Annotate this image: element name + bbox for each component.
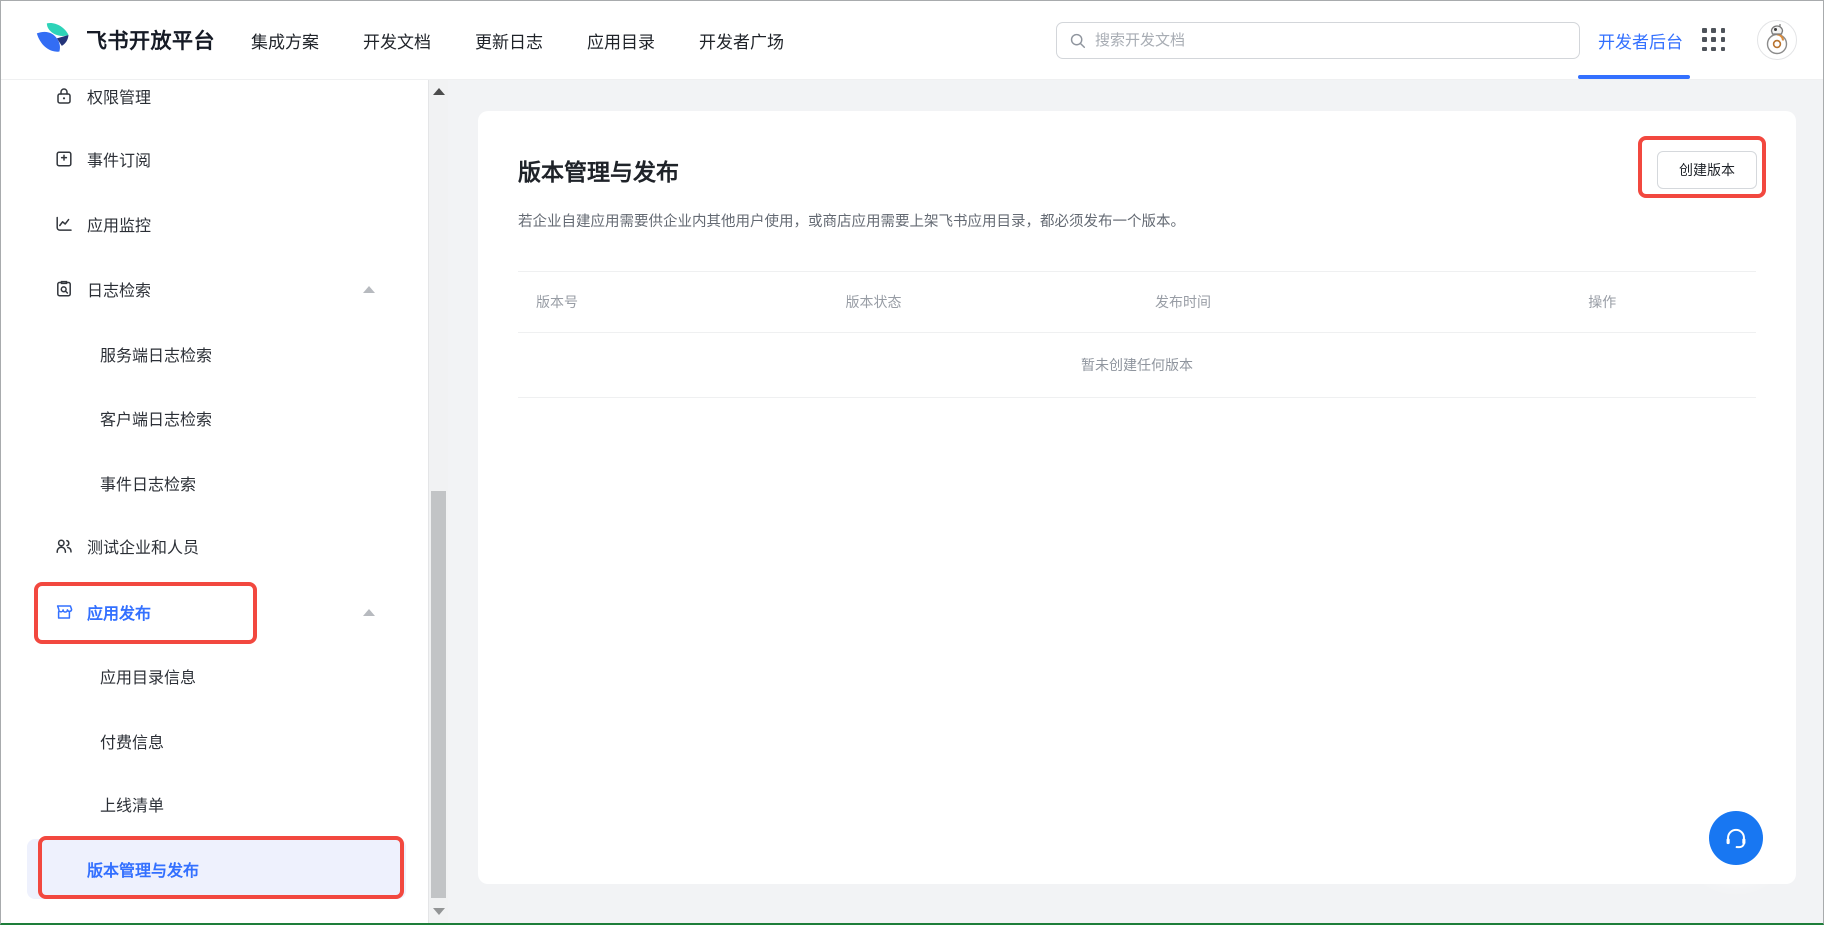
nav-item-integration[interactable]: 集成方案 — [251, 28, 319, 53]
developer-console-link[interactable]: 开发者后台 — [1598, 28, 1683, 53]
nav-item-changelog[interactable]: 更新日志 — [475, 28, 543, 53]
log-search-icon — [54, 279, 74, 299]
sidebar-item-payment-info[interactable]: 付费信息 — [1, 721, 428, 761]
search-input[interactable] — [1095, 32, 1567, 49]
column-header-publish-time: 发布时间 — [1137, 292, 1570, 312]
nav-item-dev-plaza[interactable]: 开发者广场 — [699, 28, 784, 53]
collapse-caret-icon[interactable] — [363, 286, 375, 293]
sidebar-item-event-log-search[interactable]: 事件日志检索 — [1, 463, 428, 503]
main-content: 版本管理与发布 若企业自建应用需要供企业内其他用户使用，或商店应用需要上架飞书应… — [448, 80, 1823, 923]
table-header-row: 版本号 版本状态 发布时间 操作 — [518, 271, 1756, 333]
create-version-button[interactable]: 创建版本 — [1657, 151, 1757, 189]
top-nav-bar: 飞书开放平台 集成方案 开发文档 更新日志 应用目录 开发者广场 开发者后台 — [1, 1, 1823, 80]
logo-text: 飞书开放平台 — [86, 25, 215, 55]
collapse-caret-icon[interactable] — [363, 609, 375, 616]
column-header-actions: 操作 — [1570, 292, 1756, 312]
help-button[interactable] — [1709, 811, 1763, 865]
sidebar-item-test-company[interactable]: 测试企业和人员 — [1, 526, 428, 566]
column-header-version-number: 版本号 — [518, 292, 828, 312]
sidebar-item-version-release[interactable]: 版本管理与发布 — [27, 839, 406, 899]
headset-icon — [1722, 824, 1750, 852]
event-subscribe-icon — [54, 149, 74, 169]
monitor-chart-icon — [54, 214, 74, 234]
primary-nav: 集成方案 开发文档 更新日志 应用目录 开发者广场 — [251, 28, 784, 53]
scroll-up-arrow-icon[interactable] — [433, 88, 445, 95]
sidebar-item-app-monitor[interactable]: 应用监控 — [1, 204, 428, 244]
table-empty-state: 暂未创建任何版本 — [518, 333, 1756, 398]
content-card: 版本管理与发布 若企业自建应用需要供企业内其他用户使用，或商店应用需要上架飞书应… — [478, 111, 1796, 884]
sidebar-item-app-release[interactable]: 应用发布 — [1, 592, 428, 632]
page-description: 若企业自建应用需要供企业内其他用户使用，或商店应用需要上架飞书应用目录，都必须发… — [518, 210, 1185, 231]
sidebar-item-client-log-search[interactable]: 客户端日志检索 — [1, 398, 428, 438]
sidebar-item-launch-checklist[interactable]: 上线清单 — [1, 784, 428, 824]
sidebar-item-app-directory-info[interactable]: 应用目录信息 — [1, 656, 428, 696]
feishu-logo-icon — [36, 22, 76, 58]
apps-grid-icon[interactable] — [1701, 27, 1727, 53]
search-box[interactable] — [1056, 22, 1580, 59]
sidebar-item-event-subscription[interactable]: 事件订阅 — [1, 139, 428, 179]
sidebar-item-server-log-search[interactable]: 服务端日志检索 — [1, 334, 428, 374]
people-icon — [54, 536, 74, 556]
avatar[interactable] — [1757, 20, 1797, 60]
search-icon — [1069, 32, 1086, 49]
avatar-image — [1758, 21, 1796, 59]
nav-item-app-directory[interactable]: 应用目录 — [587, 28, 655, 53]
sidebar-item-log-search[interactable]: 日志检索 — [1, 269, 428, 309]
scroll-down-arrow-icon[interactable] — [433, 908, 445, 915]
nav-item-docs[interactable]: 开发文档 — [363, 28, 431, 53]
sidebar-item-permissions[interactable]: 权限管理 — [1, 80, 428, 116]
store-icon — [54, 602, 74, 622]
sidebar: 权限管理 事件订阅 应用监控 日志检索 — [1, 80, 448, 923]
column-header-version-status: 版本状态 — [828, 292, 1138, 312]
active-tab-underline — [1578, 75, 1690, 79]
body-layout: 权限管理 事件订阅 应用监控 日志检索 — [1, 80, 1823, 923]
sidebar-scrollbar[interactable] — [428, 80, 448, 923]
version-table: 版本号 版本状态 发布时间 操作 暂未创建任何版本 — [518, 271, 1756, 398]
lock-icon — [54, 86, 74, 106]
logo[interactable]: 飞书开放平台 — [36, 22, 215, 58]
app-window: 飞书开放平台 集成方案 开发文档 更新日志 应用目录 开发者广场 开发者后台 — [0, 0, 1824, 925]
page-title: 版本管理与发布 — [518, 153, 679, 187]
scrollbar-thumb[interactable] — [431, 491, 446, 898]
